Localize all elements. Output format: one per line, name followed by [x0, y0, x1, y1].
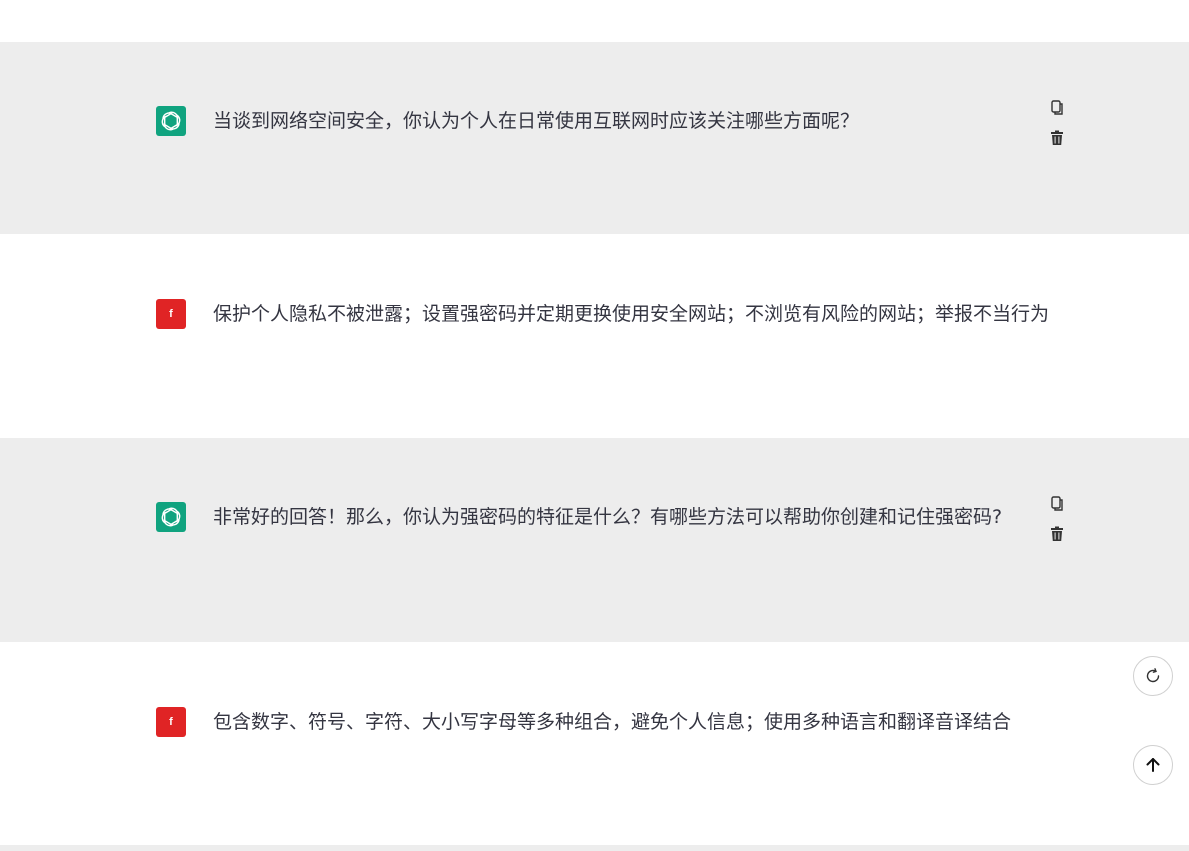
assistant-message-row: 当谈到网络空间安全，你认为个人在日常使用互联网时应该关注哪些方面呢？	[0, 42, 1189, 234]
assistant-avatar	[156, 106, 186, 136]
delete-icon[interactable]	[1047, 128, 1067, 148]
scroll-to-top-button[interactable]	[1133, 745, 1173, 785]
delete-icon[interactable]	[1047, 524, 1067, 544]
user-avatar: f	[156, 707, 186, 737]
chat-thread: 当谈到网络空间安全，你认为个人在日常使用互联网时应该关注哪些方面呢？ f 保护个…	[0, 0, 1189, 851]
openai-logo-icon	[161, 111, 181, 131]
message-actions	[1047, 98, 1067, 148]
message-text: 保护个人隐私不被泄露；设置强密码并定期更换使用安全网站；不浏览有风险的网站；举报…	[213, 303, 1050, 325]
message-actions	[1047, 494, 1067, 544]
copy-icon[interactable]	[1047, 98, 1067, 118]
arrow-up-icon	[1146, 758, 1160, 772]
user-message-row: f 保护个人隐私不被泄露；设置强密码并定期更换使用安全网站；不浏览有风险的网站；…	[0, 234, 1189, 438]
assistant-message-row: 非常好的回答！那么，你认为强密码的特征是什么？有哪些方法可以帮助你创建和记住强密…	[0, 438, 1189, 642]
regenerate-button[interactable]	[1133, 656, 1173, 696]
message-text: 包含数字、符号、字符、大小写字母等多种组合，避免个人信息；使用多种语言和翻译音译…	[213, 711, 1012, 733]
user-message-row: f 包含数字、符号、字符、大小写字母等多种组合，避免个人信息；使用多种语言和翻译…	[0, 642, 1189, 845]
assistant-avatar	[156, 502, 186, 532]
copy-icon[interactable]	[1047, 494, 1067, 514]
message-text: 非常好的回答！那么，你认为强密码的特征是什么？有哪些方法可以帮助你创建和记住强密…	[213, 506, 1003, 528]
refresh-icon	[1146, 668, 1160, 683]
message-text: 当谈到网络空间安全，你认为个人在日常使用互联网时应该关注哪些方面呢？	[213, 110, 860, 132]
openai-logo-icon	[161, 507, 181, 527]
next-message-edge	[0, 845, 1189, 851]
user-avatar: f	[156, 299, 186, 329]
